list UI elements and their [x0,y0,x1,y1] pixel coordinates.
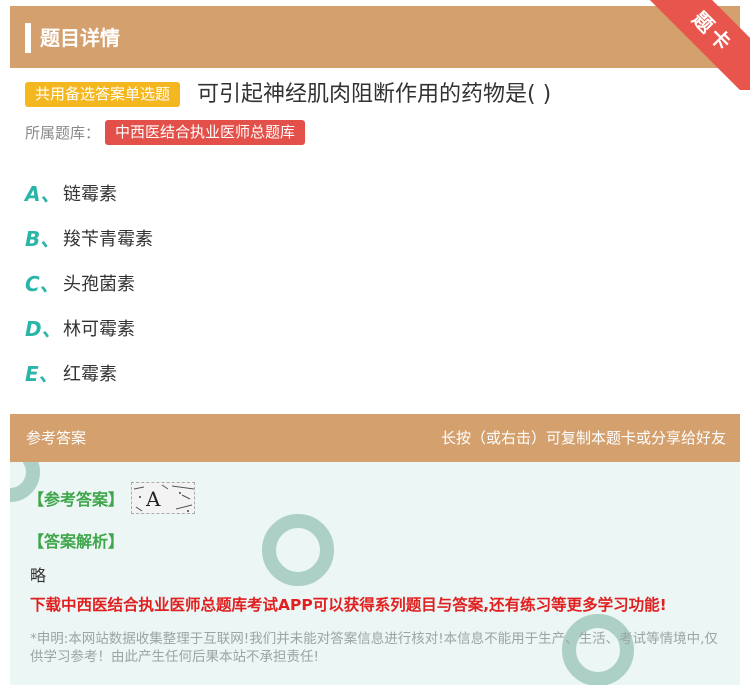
download-app-link[interactable]: 下载中西医结合执业医师总题库考试APP可以获得系列题目与答案,还有练习等更多学习… [30,593,667,615]
answer-image: A [131,482,195,514]
answer-section-body: 【参考答案】 A 【答案解析】 略 下载中西医结合执业医师总题库考试APP可以获… [10,462,740,685]
option-list: A、 链霉素 B、 羧苄青霉素 C、 头孢菌素 D、 林可霉素 E、 红霉素 [25,170,725,395]
option-letter: E、 [25,362,59,386]
option-e[interactable]: E、 红霉素 [25,350,725,395]
option-d[interactable]: D、 林可霉素 [25,305,725,350]
answer-label: 【参考答案】 [28,490,125,509]
question-bank-label: 所属题库： [25,124,101,142]
watermark-logo-icon [262,514,334,586]
ribbon-label: 题卡 [644,0,750,90]
option-letter: C、 [25,272,60,296]
option-text: 林可霉素 [63,318,135,340]
question-type-badge: 共用备选答案单选题 [25,82,181,107]
answer-value: A [146,487,161,511]
disclaimer-text: *申明:本网站数据收集整理于互联网!我们并未能对答案信息进行核对!本信息不能用于… [30,631,718,665]
question-card: 题目详情 题卡 共用备选答案单选题 可引起神经肌肉阻断作用的药物是( ) 所属题… [0,0,750,685]
option-a[interactable]: A、 链霉素 [25,170,725,215]
option-letter: D、 [25,317,62,341]
card-header: 题目详情 [10,6,740,68]
option-b[interactable]: B、 羧苄青霉素 [25,215,725,260]
option-text: 链霉素 [63,183,117,205]
question-text: 可引起神经肌肉阻断作用的药物是( ) [197,82,552,107]
option-c[interactable]: C、 头孢菌素 [25,260,725,305]
question-bank-link[interactable]: 中西医结合执业医师总题库 [105,120,306,145]
option-text: 红霉素 [63,363,117,385]
page-title: 题目详情 [40,26,120,50]
analysis-label: 【答案解析】 [28,532,125,551]
option-letter: B、 [25,227,61,251]
option-text: 羧苄青霉素 [63,228,153,250]
option-letter: A、 [25,182,61,206]
answer-section-title: 参考答案 [26,429,87,447]
header-accent-bar [25,23,31,53]
share-hint: 长按（或右击）可复制本题卡或分享给好友 [440,429,726,447]
corner-ribbon: 题卡 [640,0,750,90]
answer-image-noise [133,484,194,512]
analysis-text: 略 [30,566,47,585]
option-text: 头孢菌素 [63,273,135,295]
question-row: 共用备选答案单选题 可引起神经肌肉阻断作用的药物是( ) [25,80,725,110]
answer-section-header: 参考答案 长按（或右击）可复制本题卡或分享给好友 [10,414,740,462]
